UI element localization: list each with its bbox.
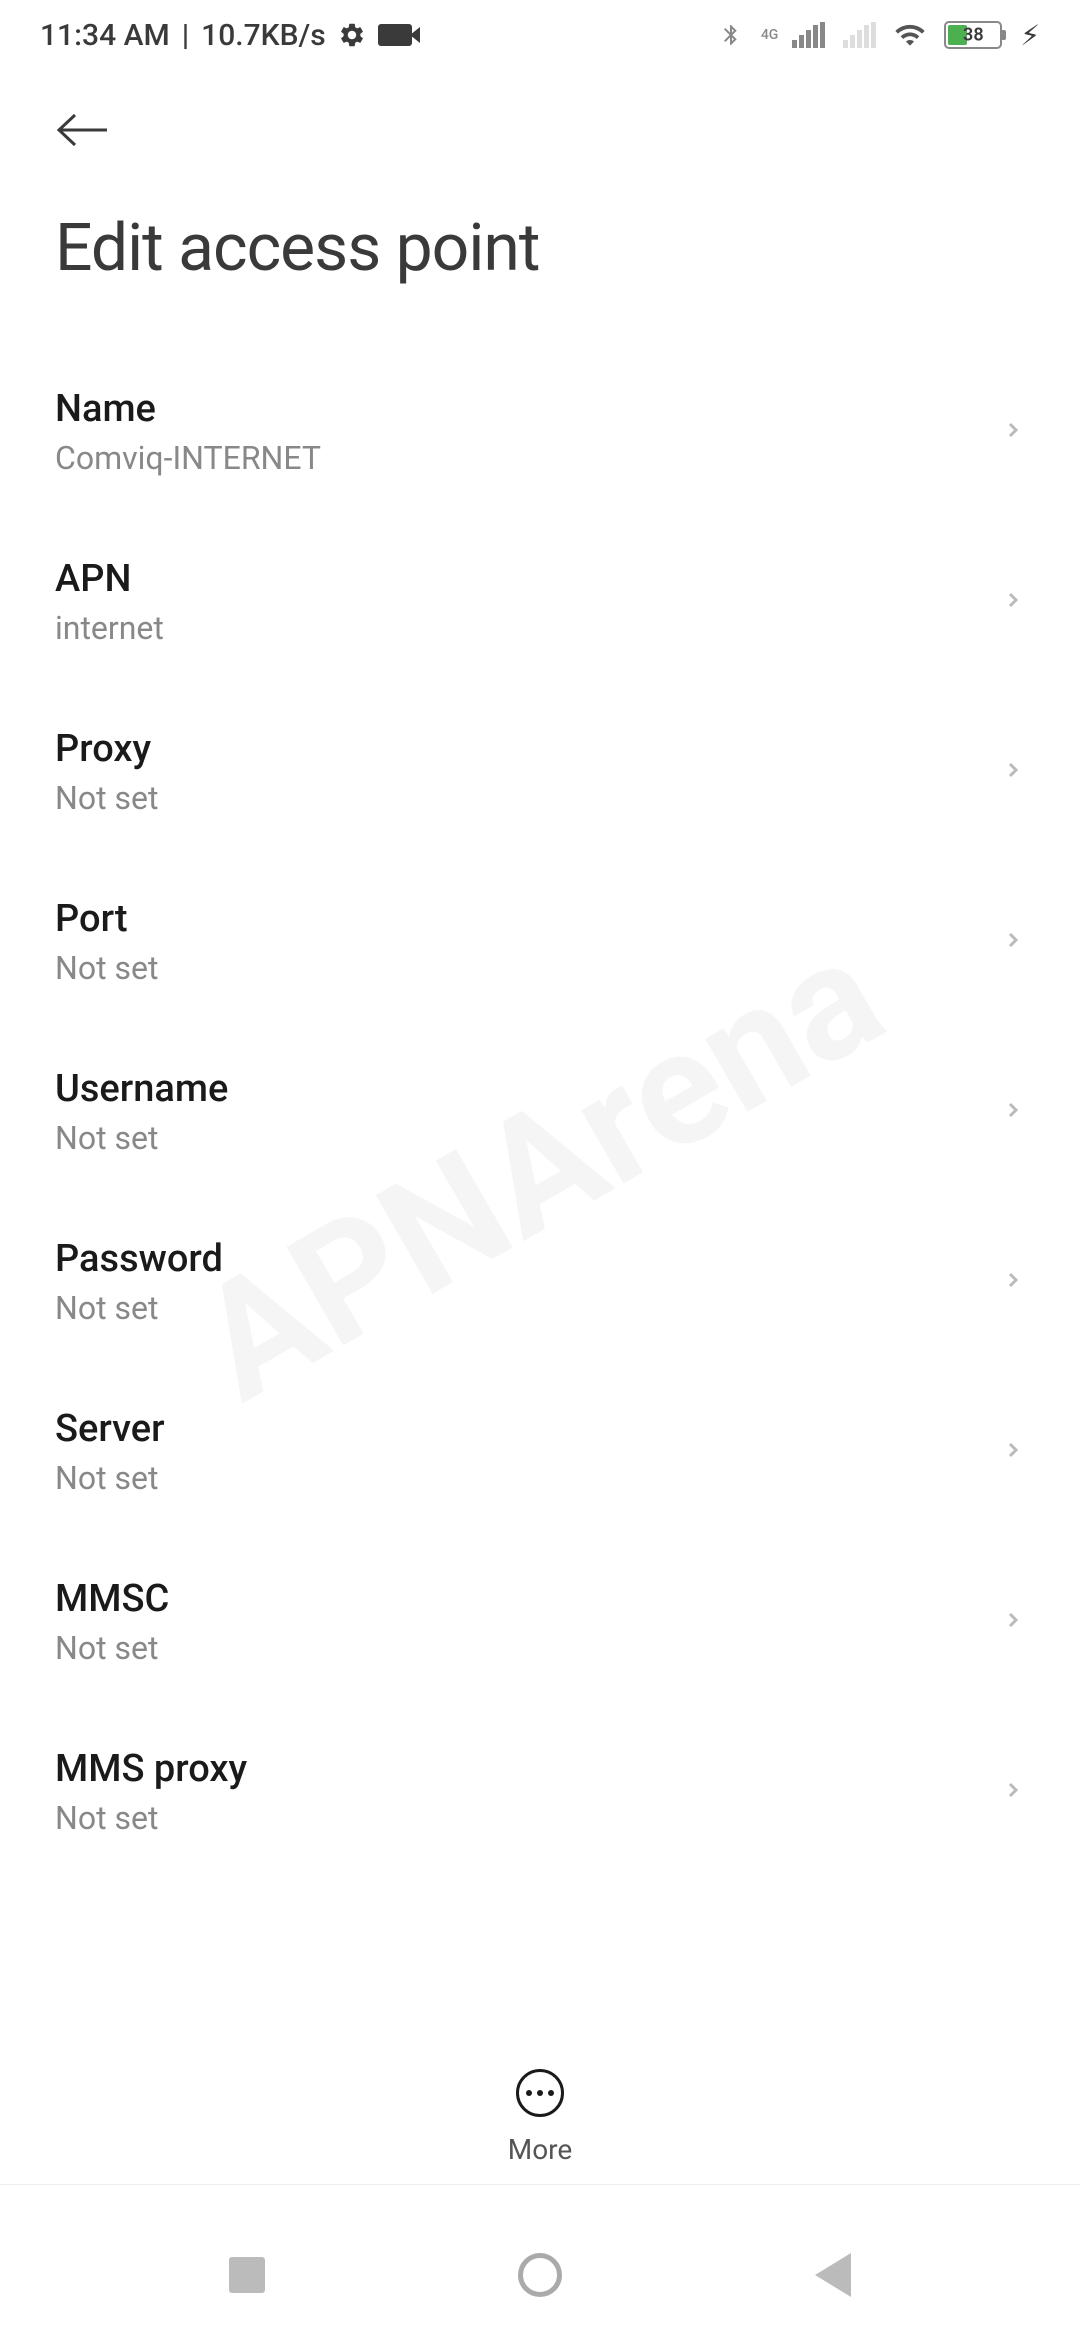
setting-item-username[interactable]: Username Not set (55, 1027, 1025, 1197)
nav-home-button[interactable] (515, 2250, 565, 2300)
header: Edit access point (0, 70, 1080, 287)
chevron-right-icon (1001, 1098, 1025, 1126)
chevron-right-icon (1001, 928, 1025, 956)
network-type-label: 4G (761, 27, 779, 43)
setting-label: Username (55, 1067, 1001, 1111)
setting-item-port[interactable]: Port Not set (55, 857, 1025, 1027)
setting-value: Not set (55, 1799, 1001, 1837)
status-bar: 11:34 AM | 10.7KB/s 4G 38 ⚡︎ (0, 0, 1080, 70)
battery-percent: 38 (963, 25, 984, 46)
setting-label: Server (55, 1407, 1001, 1451)
video-icon (378, 24, 412, 46)
setting-label: MMSC (55, 1577, 1001, 1621)
signal-sim1-icon (792, 22, 825, 48)
setting-label: Port (55, 897, 1001, 941)
square-icon (229, 2257, 265, 2293)
setting-item-proxy[interactable]: Proxy Not set (55, 687, 1025, 857)
setting-item-server[interactable]: Server Not set (55, 1367, 1025, 1537)
chevron-right-icon (1001, 1778, 1025, 1806)
gear-icon (338, 21, 366, 49)
more-label: More (508, 2133, 573, 2166)
signal-sim2-icon (843, 22, 876, 48)
setting-item-mmsc[interactable]: MMSC Not set (55, 1537, 1025, 1707)
settings-list: Name Comviq-INTERNET APN internet Proxy … (0, 287, 1080, 2340)
nav-recents-button[interactable] (222, 2250, 272, 2300)
setting-label: MMS proxy (55, 1747, 1001, 1791)
setting-value: Not set (55, 1459, 1001, 1497)
wifi-icon (894, 19, 926, 51)
setting-label: Password (55, 1237, 1001, 1281)
setting-label: APN (55, 557, 1001, 601)
bluetooth-icon (719, 20, 743, 50)
setting-item-apn[interactable]: APN internet (55, 517, 1025, 687)
setting-value: Not set (55, 1289, 1001, 1327)
back-button[interactable] (55, 100, 115, 160)
setting-item-password[interactable]: Password Not set (55, 1197, 1025, 1367)
nav-back-button[interactable] (808, 2250, 858, 2300)
chevron-right-icon (1001, 418, 1025, 446)
setting-item-mms-proxy[interactable]: MMS proxy Not set (55, 1707, 1025, 1877)
charging-icon: ⚡︎ (1020, 19, 1040, 52)
chevron-right-icon (1001, 1438, 1025, 1466)
system-nav-bar (0, 2210, 1080, 2340)
setting-value: internet (55, 609, 1001, 647)
page-title: Edit access point (55, 210, 1025, 287)
chevron-right-icon (1001, 588, 1025, 616)
chevron-right-icon (1001, 758, 1025, 786)
circle-icon (518, 2253, 562, 2297)
setting-value: Not set (55, 949, 1001, 987)
status-data-speed: 10.7KB/s (201, 18, 326, 53)
status-time: 11:34 AM (40, 18, 170, 53)
chevron-right-icon (1001, 1268, 1025, 1296)
setting-value: Not set (55, 779, 1001, 817)
setting-item-name[interactable]: Name Comviq-INTERNET (55, 347, 1025, 517)
status-right: 4G 38 ⚡︎ (719, 19, 1040, 52)
setting-label: Name (55, 387, 1001, 431)
setting-value: Not set (55, 1119, 1001, 1157)
battery-icon: 38 (944, 21, 1002, 49)
setting-label: Proxy (55, 727, 1001, 771)
status-separator: | (182, 18, 189, 53)
chevron-right-icon (1001, 1608, 1025, 1636)
triangle-icon (815, 2253, 851, 2297)
setting-value: Not set (55, 1629, 1001, 1667)
more-button[interactable]: More (0, 2051, 1080, 2185)
setting-value: Comviq-INTERNET (55, 439, 1001, 477)
more-icon (516, 2069, 564, 2117)
status-left: 11:34 AM | 10.7KB/s (40, 18, 412, 53)
